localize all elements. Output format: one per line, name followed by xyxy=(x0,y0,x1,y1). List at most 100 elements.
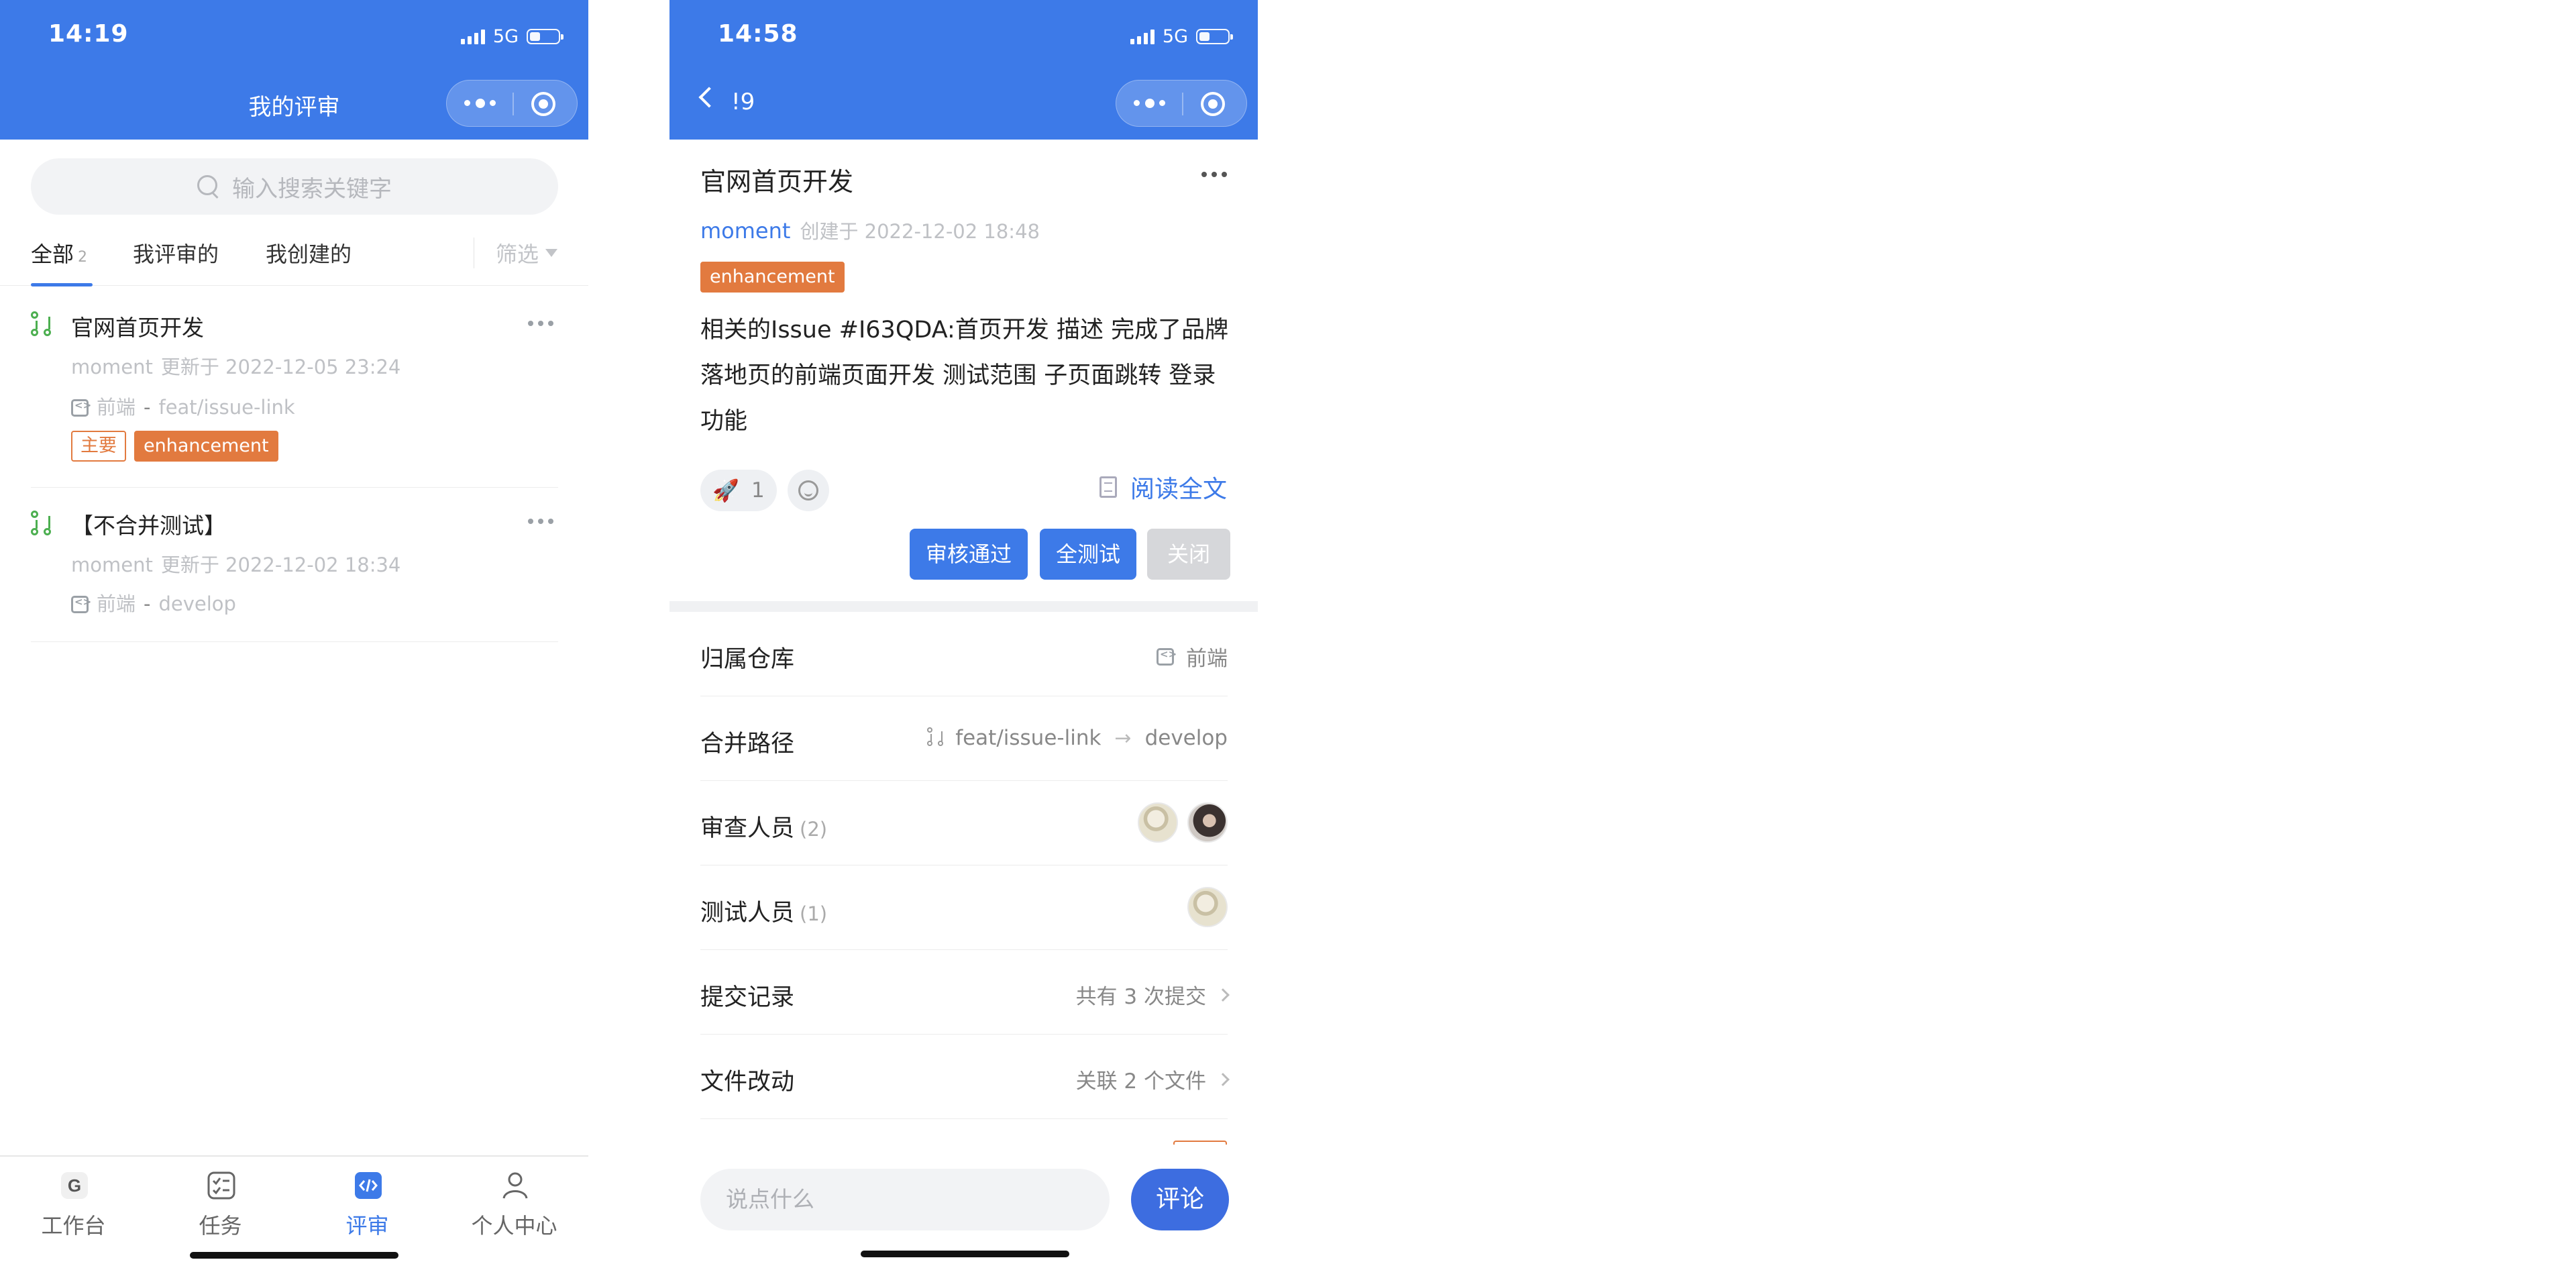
status-time: 14:19 xyxy=(48,20,129,48)
more-icon[interactable] xyxy=(464,95,502,111)
testers-row[interactable]: 测试人员 (1) xyxy=(700,865,1228,950)
repository-icon xyxy=(1157,647,1177,666)
avatar[interactable] xyxy=(1138,802,1178,843)
page-title: !9 xyxy=(731,89,755,115)
item-branch: feat/issue-link xyxy=(158,396,295,419)
item-branch-info: 前端-feat/issue-link xyxy=(71,392,303,420)
close-miniprogram-icon[interactable] xyxy=(531,92,555,116)
testers-count: (1) xyxy=(800,902,828,925)
item-updated: 更新于 2022-12-02 18:34 xyxy=(160,554,401,576)
item-branch: develop xyxy=(158,592,236,615)
tab-reviewed-by-me[interactable]: 我评审的 xyxy=(133,238,219,268)
search-input[interactable]: 输入搜索关键字 xyxy=(31,158,558,215)
chevron-right-icon xyxy=(1216,1072,1230,1086)
filter-label: 筛选 xyxy=(495,242,539,267)
commits-row-label: 提交记录 xyxy=(700,984,795,1011)
author-link[interactable]: moment xyxy=(700,218,790,244)
review-description: 相关的Issue #I63QDA:首页开发 描述 完成了品牌落地页的前端页面开发… xyxy=(700,317,1229,435)
avatar[interactable] xyxy=(1187,887,1228,927)
item-more-icon[interactable] xyxy=(528,519,555,525)
item-author: moment xyxy=(71,356,153,378)
branch-icon xyxy=(927,727,946,749)
comment-input[interactable]: 说点什么 xyxy=(700,1169,1110,1230)
approve-button[interactable]: 审核通过 xyxy=(910,529,1028,580)
battery-icon xyxy=(527,28,564,44)
review-detail-screen: 14:58 5G !9 官网首页开发 moment 创建于 2022-12-02 … xyxy=(669,0,1258,1264)
svg-text:G: G xyxy=(68,1175,81,1196)
tag-enhancement: enhancement xyxy=(700,262,845,293)
review-meta: moment 创建于 2022-12-02 18:48 xyxy=(700,216,1040,244)
repo-row-value: 前端 xyxy=(1157,641,1228,672)
filter-button[interactable]: 筛选 xyxy=(473,238,557,268)
signal-icon xyxy=(1130,28,1155,44)
close-button[interactable]: 关闭 xyxy=(1147,529,1230,580)
tab-all-count: 2 xyxy=(78,249,88,266)
reviewers-row-label: 审查人员 (2) xyxy=(700,809,827,843)
repository-icon xyxy=(71,399,91,417)
testers-row-label: 测试人员 (1) xyxy=(700,894,827,928)
reviewer-avatars xyxy=(1138,802,1228,843)
repository-icon xyxy=(71,596,91,613)
testers-label: 测试人员 xyxy=(700,900,795,927)
files-row-value: 关联 2 个文件 xyxy=(1076,1064,1230,1094)
tab-created-by-me[interactable]: 我创建的 xyxy=(266,238,352,268)
review-title: 官网首页开发 xyxy=(700,167,854,197)
chevron-right-icon xyxy=(1216,988,1230,1002)
reviewers-row[interactable]: 审查人员 (2) xyxy=(700,781,1228,865)
tag-enhancement: enhancement xyxy=(134,431,278,462)
list-item[interactable]: 【不合并测试】 moment 更新于 2022-12-02 18:34 前端-de… xyxy=(0,488,588,642)
rocket-reaction[interactable]: 🚀 1 xyxy=(700,470,777,511)
search-icon xyxy=(197,175,220,198)
tabbar-profile[interactable]: 个人中心 xyxy=(441,1157,588,1264)
repo-row: 归属仓库 前端 xyxy=(700,612,1228,696)
read-full-text-link[interactable]: 阅读全文 xyxy=(1099,470,1227,505)
add-reaction-button[interactable] xyxy=(788,470,829,511)
commits-row[interactable]: 提交记录 共有 3 次提交 xyxy=(700,950,1230,1035)
active-tab-indicator xyxy=(31,283,93,286)
files-row[interactable]: 文件改动 关联 2 个文件 xyxy=(700,1035,1230,1119)
created-time: 创建于 2022-12-02 18:48 xyxy=(800,220,1040,243)
item-more-icon[interactable] xyxy=(528,321,555,327)
item-separator: - xyxy=(144,592,151,615)
filter-tabs: 全部 2 我评审的 我创建的 筛选 xyxy=(0,228,588,286)
avatar[interactable] xyxy=(1187,802,1228,843)
home-indicator xyxy=(190,1252,398,1259)
merge-path-row: 合并路径 feat/issue-link → develop xyxy=(700,696,1228,781)
rocket-count: 1 xyxy=(751,478,765,503)
arrow-right-icon: → xyxy=(1114,726,1132,750)
search-placeholder: 输入搜索关键字 xyxy=(232,175,392,203)
item-author: moment xyxy=(71,554,153,576)
profile-icon xyxy=(502,1172,528,1199)
more-icon[interactable] xyxy=(1134,95,1171,111)
rocket-icon: 🚀 xyxy=(712,478,740,503)
miniprogram-capsule xyxy=(446,80,578,127)
tabbar-review[interactable]: 评审 xyxy=(294,1157,441,1264)
header-bar: 14:19 5G 我的评审 xyxy=(0,0,588,140)
tabbar-tasks[interactable]: 任务 xyxy=(147,1157,294,1264)
header-bar: 14:58 5G !9 xyxy=(669,0,1258,140)
comment-submit-button[interactable]: 评论 xyxy=(1131,1169,1229,1230)
capsule-divider xyxy=(513,93,514,115)
item-title: 【不合并测试】 xyxy=(71,513,226,539)
merge-row-value: feat/issue-link → develop xyxy=(927,726,1228,750)
tabbar-workbench[interactable]: G 工作台 xyxy=(0,1157,147,1264)
item-repo: 前端 xyxy=(97,396,136,419)
more-options-icon[interactable] xyxy=(1201,172,1228,178)
home-indicator xyxy=(861,1251,1069,1257)
tab-all[interactable]: 全部 2 xyxy=(31,238,87,268)
list-item[interactable]: 官网首页开发 moment 更新于 2022-12-05 23:24 前端-fea… xyxy=(0,288,588,487)
close-miniprogram-icon[interactable] xyxy=(1201,92,1225,116)
miniprogram-capsule xyxy=(1116,80,1247,127)
item-meta: moment 更新于 2022-12-02 18:34 xyxy=(71,549,409,578)
back-icon[interactable] xyxy=(698,87,720,108)
bottom-tab-bar: G 工作台 任务 评审 个人中心 xyxy=(0,1155,588,1264)
tabbar-tasks-label: 任务 xyxy=(199,1213,242,1239)
status-indicators: 5G xyxy=(1130,24,1233,48)
item-updated: 更新于 2022-12-05 23:24 xyxy=(160,356,401,378)
pull-request-icon xyxy=(31,311,54,338)
tag-major: 主要 xyxy=(71,431,126,462)
list-divider xyxy=(31,641,558,642)
funnel-icon xyxy=(545,249,557,257)
repo-name: 前端 xyxy=(1186,647,1228,671)
test-all-button[interactable]: 全测试 xyxy=(1040,529,1136,580)
